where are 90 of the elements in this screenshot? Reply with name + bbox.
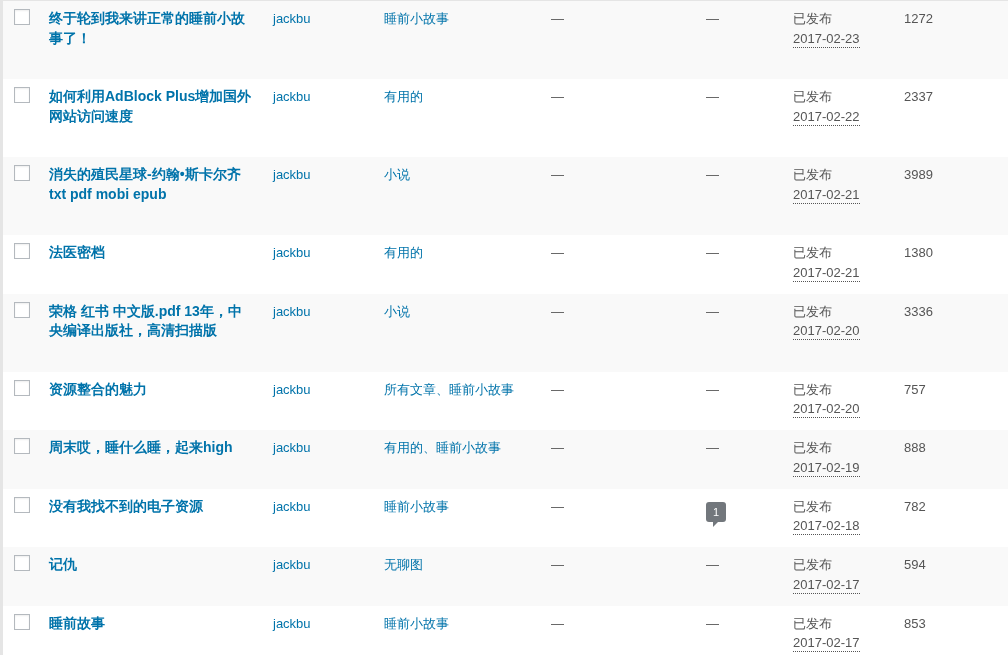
post-title-link[interactable]: 如何利用AdBlock Plus增加国外网站访问速度: [49, 87, 253, 126]
comment-count: —: [706, 89, 719, 104]
comment-count: —: [706, 615, 719, 631]
post-title-link[interactable]: 没有我找不到的电子资源: [49, 496, 253, 516]
publish-date: 2017-02-17: [793, 575, 860, 594]
post-title-link[interactable]: 荣格 红书 中文版.pdf 13年，中央编译出版社，高清扫描版: [49, 301, 253, 341]
row-checkbox[interactable]: [14, 438, 30, 454]
view-count: 888: [904, 440, 926, 455]
view-count: 757: [904, 381, 926, 397]
row-checkbox[interactable]: [14, 496, 30, 513]
tags-text: —: [551, 167, 564, 182]
publish-date: 2017-02-18: [793, 517, 860, 535]
author-link[interactable]: jackbu: [273, 167, 311, 182]
status-text: 已发布: [793, 557, 832, 572]
author-link[interactable]: jackbu: [273, 245, 311, 260]
row-checkbox[interactable]: [14, 87, 30, 103]
post-title-link[interactable]: 周末哎，睡什么睡，起来high: [49, 438, 253, 458]
view-count: 3989: [904, 167, 933, 182]
row-checkbox[interactable]: [14, 613, 30, 630]
view-count: 782: [904, 498, 926, 514]
tags-text: —: [551, 245, 564, 260]
category-link[interactable]: 有用的: [384, 245, 423, 260]
status-text: 已发布: [793, 89, 832, 104]
row-checkbox[interactable]: [14, 243, 30, 259]
post-title-link[interactable]: 资源整合的魅力: [49, 379, 253, 399]
row-checkbox[interactable]: [14, 301, 30, 318]
comment-count-badge[interactable]: 1: [706, 501, 727, 527]
author-link[interactable]: jackbu: [273, 615, 311, 631]
row-checkbox[interactable]: [14, 379, 30, 396]
view-count: 1380: [904, 245, 933, 260]
post-title-link[interactable]: 记仇: [49, 555, 253, 575]
author-link[interactable]: jackbu: [273, 89, 311, 104]
comment-count: —: [706, 440, 719, 455]
category-link[interactable]: 睡前小故事: [384, 615, 449, 631]
comment-count: —: [706, 167, 719, 182]
author-link[interactable]: jackbu: [273, 11, 311, 26]
status-text: 已发布: [793, 440, 832, 455]
row-checkbox[interactable]: [14, 9, 30, 25]
author-link[interactable]: jackbu: [273, 303, 311, 319]
author-link[interactable]: jackbu: [273, 557, 311, 572]
comment-count: —: [706, 381, 719, 397]
post-title-link[interactable]: 法医密档: [49, 243, 253, 263]
publish-date: 2017-02-19: [793, 458, 860, 477]
publish-date: 2017-02-22: [793, 107, 860, 126]
status-text: 已发布: [793, 381, 832, 397]
category-link[interactable]: 小说: [384, 167, 410, 182]
tags-text: —: [551, 381, 564, 397]
status-text: 已发布: [793, 615, 832, 631]
category-link[interactable]: 小说: [384, 303, 410, 319]
row-checkbox[interactable]: [14, 165, 30, 181]
tags-text: —: [551, 615, 564, 631]
category-link[interactable]: 无聊图: [384, 557, 423, 572]
comment-count: —: [706, 245, 719, 260]
publish-date: 2017-02-17: [793, 634, 860, 652]
tags-text: —: [551, 11, 564, 26]
publish-date: 2017-02-21: [793, 263, 860, 282]
status-text: 已发布: [793, 303, 832, 319]
publish-date: 2017-02-20: [793, 400, 860, 418]
publish-date: 2017-02-21: [793, 185, 860, 204]
status-text: 已发布: [793, 11, 832, 26]
status-text: 已发布: [793, 167, 832, 182]
view-count: 853: [904, 615, 926, 631]
post-title-link[interactable]: 消失的殖民星球-约翰•斯卡尔齐 txt pdf mobi epub: [49, 165, 253, 204]
view-count: 1272: [904, 11, 933, 26]
view-count: 2337: [904, 89, 933, 104]
tags-text: —: [551, 498, 564, 514]
publish-date: 2017-02-23: [793, 29, 860, 48]
view-count: 3336: [904, 303, 933, 319]
comment-count: —: [706, 557, 719, 572]
category-link[interactable]: 睡前小故事: [384, 498, 449, 514]
status-text: 已发布: [793, 498, 832, 514]
tags-text: —: [551, 440, 564, 455]
view-count: 594: [904, 557, 926, 572]
category-link[interactable]: 有用的、睡前小故事: [384, 440, 501, 455]
category-link[interactable]: 所有文章、睡前小故事: [384, 381, 514, 397]
publish-date: 2017-02-20: [793, 322, 860, 340]
post-title-link[interactable]: 睡前故事: [49, 613, 253, 633]
tags-text: —: [551, 89, 564, 104]
tags-text: —: [551, 303, 564, 319]
author-link[interactable]: jackbu: [273, 498, 311, 514]
comment-count: —: [706, 303, 719, 319]
row-checkbox[interactable]: [14, 555, 30, 571]
author-link[interactable]: jackbu: [273, 381, 311, 397]
comment-count: —: [706, 11, 719, 26]
category-link[interactable]: 有用的: [384, 89, 423, 104]
post-title-link[interactable]: 终于轮到我来讲正常的睡前小故事了！: [49, 9, 253, 48]
category-link[interactable]: 睡前小故事: [384, 11, 449, 26]
tags-text: —: [551, 557, 564, 572]
status-text: 已发布: [793, 245, 832, 260]
author-link[interactable]: jackbu: [273, 440, 311, 455]
